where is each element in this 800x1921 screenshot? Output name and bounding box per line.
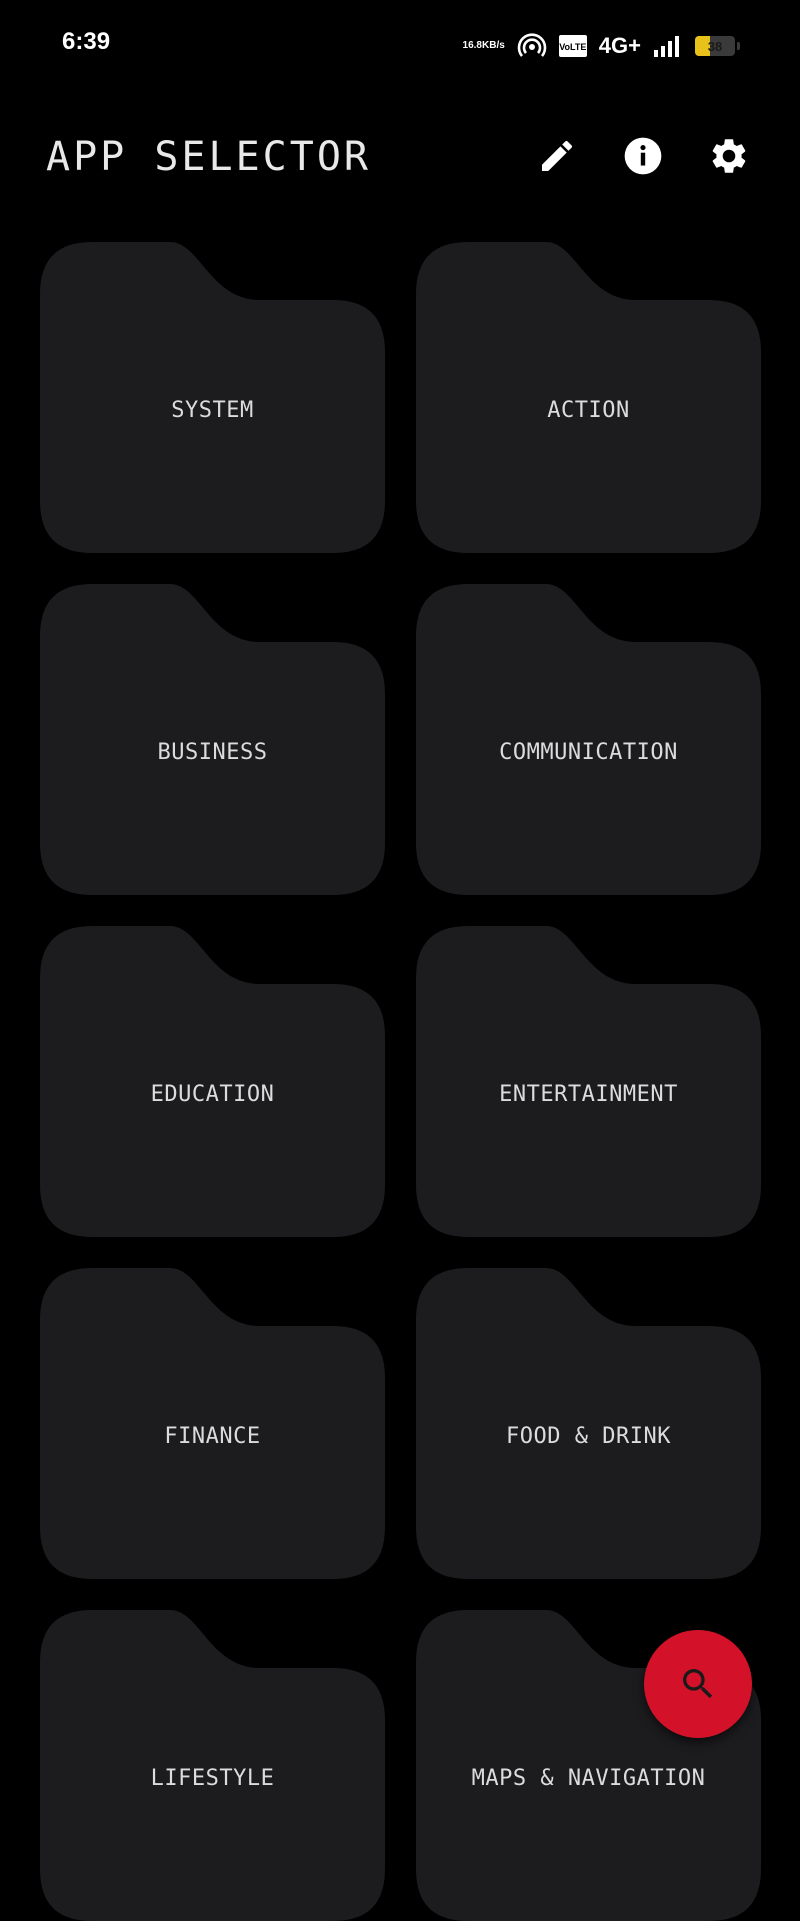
network-speed: 16.8 KB/s	[463, 41, 505, 51]
search-button[interactable]	[644, 1630, 752, 1738]
category-folder[interactable]: BUSINESS	[40, 584, 385, 895]
category-folder[interactable]: ENTERTAINMENT	[416, 926, 761, 1237]
volte-top: Vo	[559, 41, 571, 52]
category-folder[interactable]: ACTION	[416, 242, 761, 553]
category-folder[interactable]: LIFESTYLE	[40, 1610, 385, 1921]
search-icon	[683, 1669, 713, 1699]
category-label: MAPS & NAVIGATION	[471, 1766, 706, 1791]
volte-icon: Vo LTE	[558, 35, 587, 57]
status-icons: 16.8 KB/s Vo LTE 4G+ 38	[463, 30, 740, 62]
battery-icon: 38	[695, 36, 735, 56]
network-speed-unit: KB/s	[482, 40, 505, 51]
category-label: FOOD & DRINK	[506, 1424, 671, 1449]
category-folder[interactable]: SYSTEM	[40, 242, 385, 553]
status-bar: 6:39 16.8 KB/s Vo LTE 4G+ 38	[0, 0, 800, 92]
network-speed-value: 16.8	[462, 40, 482, 51]
status-time: 6:39	[62, 28, 111, 55]
network-type: 4G+	[598, 33, 641, 58]
category-folder[interactable]: COMMUNICATION	[416, 584, 761, 895]
battery-percent: 38	[707, 38, 723, 54]
volte-bottom: LTE	[570, 41, 587, 52]
category-label: BUSINESS	[157, 740, 268, 765]
category-label: FINANCE	[164, 1424, 261, 1449]
hotspot-icon	[517, 33, 547, 59]
category-label: EDUCATION	[150, 1082, 275, 1107]
settings-button[interactable]	[706, 133, 752, 179]
category-label: COMMUNICATION	[499, 740, 678, 765]
category-folder[interactable]: FINANCE	[40, 1268, 385, 1579]
edit-button[interactable]	[534, 133, 580, 179]
gear-icon	[712, 139, 746, 173]
info-button[interactable]	[620, 133, 666, 179]
category-label: ACTION	[547, 398, 630, 423]
category-label: ENTERTAINMENT	[499, 1082, 678, 1107]
app-title: APP SELECTOR	[46, 134, 371, 180]
category-folder[interactable]: EDUCATION	[40, 926, 385, 1237]
info-icon	[624, 137, 662, 175]
category-label: SYSTEM	[171, 398, 254, 423]
pencil-icon	[542, 140, 573, 171]
category-folder[interactable]: FOOD & DRINK	[416, 1268, 761, 1579]
signal-icon	[653, 34, 683, 58]
category-label: LIFESTYLE	[150, 1766, 275, 1791]
battery-cap	[737, 42, 740, 50]
